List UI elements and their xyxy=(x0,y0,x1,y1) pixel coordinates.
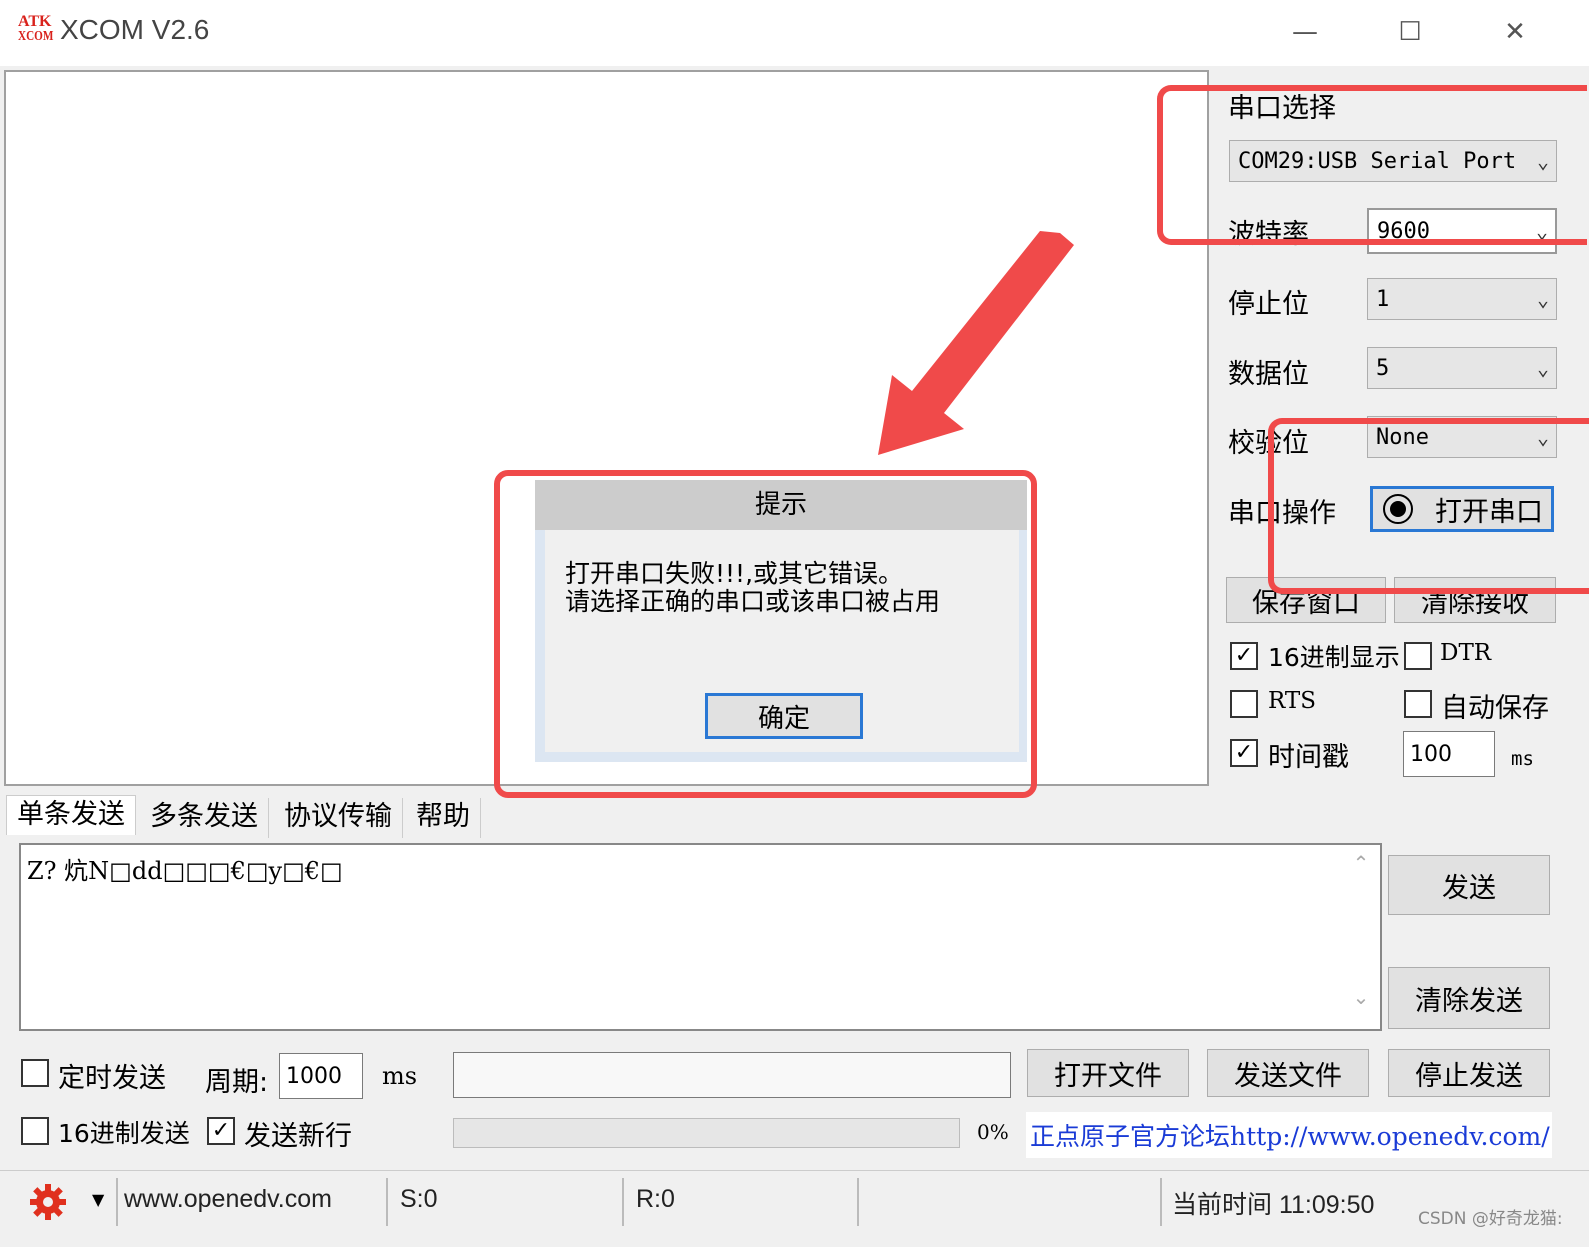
maximize-button[interactable]: ☐ xyxy=(1380,10,1440,54)
tab-protocol[interactable]: 协议传输 xyxy=(274,798,403,838)
tab-multi-send[interactable]: 多条发送 xyxy=(140,798,269,838)
logo-text-bottom: XCOM xyxy=(18,29,54,44)
stop-bits-label: 停止位 xyxy=(1228,289,1309,320)
rts-label: RTS xyxy=(1268,688,1317,714)
rts-checkbox[interactable] xyxy=(1230,690,1258,718)
file-path-input[interactable] xyxy=(453,1052,1011,1098)
dtr-checkbox[interactable] xyxy=(1404,642,1432,670)
dtr-label: DTR xyxy=(1440,640,1492,666)
tab-help[interactable]: 帮助 xyxy=(406,798,481,838)
window-title: XCOM V2.6 xyxy=(60,14,210,45)
annotation-arrow-icon xyxy=(878,231,1074,455)
period-unit: ms xyxy=(382,1062,418,1090)
gear-icon[interactable] xyxy=(28,1182,68,1222)
annotation-box-port xyxy=(1157,85,1587,245)
status-url[interactable]: www.openedv.com xyxy=(124,1185,332,1214)
timed-send-label: 定时发送 xyxy=(58,1063,166,1094)
status-separator xyxy=(1160,1178,1162,1226)
newline-label: 发送新行 xyxy=(244,1121,352,1152)
stop-bits-select[interactable]: 1 ⌄ xyxy=(1367,278,1557,320)
period-input[interactable]: 1000 xyxy=(279,1053,363,1099)
timed-send-checkbox[interactable] xyxy=(21,1059,49,1087)
send-text: Z? 炕N□dd□□□€□y□€□ xyxy=(27,857,343,885)
send-file-button[interactable]: 发送文件 xyxy=(1207,1049,1369,1097)
send-textarea[interactable]: Z? 炕N□dd□□□€□y□€□ ⌃ ⌄ xyxy=(19,843,1382,1031)
data-bits-value: 5 xyxy=(1376,355,1390,381)
forum-link[interactable]: 正点原子官方论坛http://www.openedv.com/ xyxy=(1026,1112,1552,1158)
timestamp-label: 时间戳 xyxy=(1268,742,1349,773)
send-scrollbar[interactable]: ⌃ ⌄ xyxy=(1346,851,1376,1021)
status-sent-count: S:0 xyxy=(400,1185,438,1213)
status-received-count: R:0 xyxy=(636,1185,675,1213)
progress-text: 0% xyxy=(977,1120,1009,1144)
data-bits-label: 数据位 xyxy=(1228,359,1309,390)
annotation-box-dialog xyxy=(494,470,1037,798)
scroll-up-icon: ⌃ xyxy=(1352,851,1370,875)
status-current-time: 当前时间 11:09:50 xyxy=(1172,1191,1375,1219)
hex-send-checkbox[interactable] xyxy=(21,1117,49,1145)
check-icon: ✓ xyxy=(1234,643,1254,668)
open-file-button[interactable]: 打开文件 xyxy=(1027,1049,1189,1097)
status-separator xyxy=(857,1178,859,1226)
hex-display-checkbox[interactable]: ✓ xyxy=(1230,642,1258,670)
check-icon: ✓ xyxy=(1234,740,1254,765)
data-bits-select[interactable]: 5 ⌄ xyxy=(1367,347,1557,389)
timestamp-interval-input[interactable]: 100 xyxy=(1403,731,1495,777)
app-logo: ATK XCOM xyxy=(18,14,58,50)
chevron-down-icon: ⌄ xyxy=(1536,287,1550,311)
status-separator xyxy=(116,1178,118,1226)
annotation-box-open-button xyxy=(1268,418,1589,594)
title-bar xyxy=(0,0,1589,66)
timestamp-unit: ms xyxy=(1511,748,1534,770)
stop-bits-value: 1 xyxy=(1376,286,1390,312)
send-progress-bar xyxy=(453,1118,960,1148)
minimize-button[interactable]: — xyxy=(1275,10,1335,54)
chevron-down-icon: ⌄ xyxy=(1536,356,1550,380)
hex-send-label: 16进制发送 xyxy=(58,1119,190,1148)
period-label: 周期: xyxy=(205,1067,269,1098)
timestamp-checkbox[interactable]: ✓ xyxy=(1230,739,1258,767)
stop-send-button[interactable]: 停止发送 xyxy=(1388,1049,1550,1097)
status-separator xyxy=(622,1178,624,1226)
clear-send-button[interactable]: 清除发送 xyxy=(1388,967,1550,1029)
dropdown-arrow-icon[interactable]: ▼ xyxy=(92,1190,104,1209)
auto-save-label: 自动保存 xyxy=(1441,693,1549,724)
status-separator xyxy=(386,1178,388,1226)
newline-checkbox[interactable]: ✓ xyxy=(207,1117,235,1145)
logo-text-top: ATK xyxy=(18,13,52,30)
scroll-down-icon: ⌄ xyxy=(1352,985,1370,1009)
check-icon: ✓ xyxy=(211,1118,231,1143)
send-button[interactable]: 发送 xyxy=(1388,855,1550,915)
tab-single-send[interactable]: 单条发送 xyxy=(6,795,136,835)
close-button[interactable]: ✕ xyxy=(1485,10,1545,54)
watermark: CSDN @好奇龙猫: xyxy=(1418,1209,1563,1229)
hex-display-label: 16进制显示 xyxy=(1268,643,1400,672)
auto-save-checkbox[interactable] xyxy=(1404,690,1432,718)
